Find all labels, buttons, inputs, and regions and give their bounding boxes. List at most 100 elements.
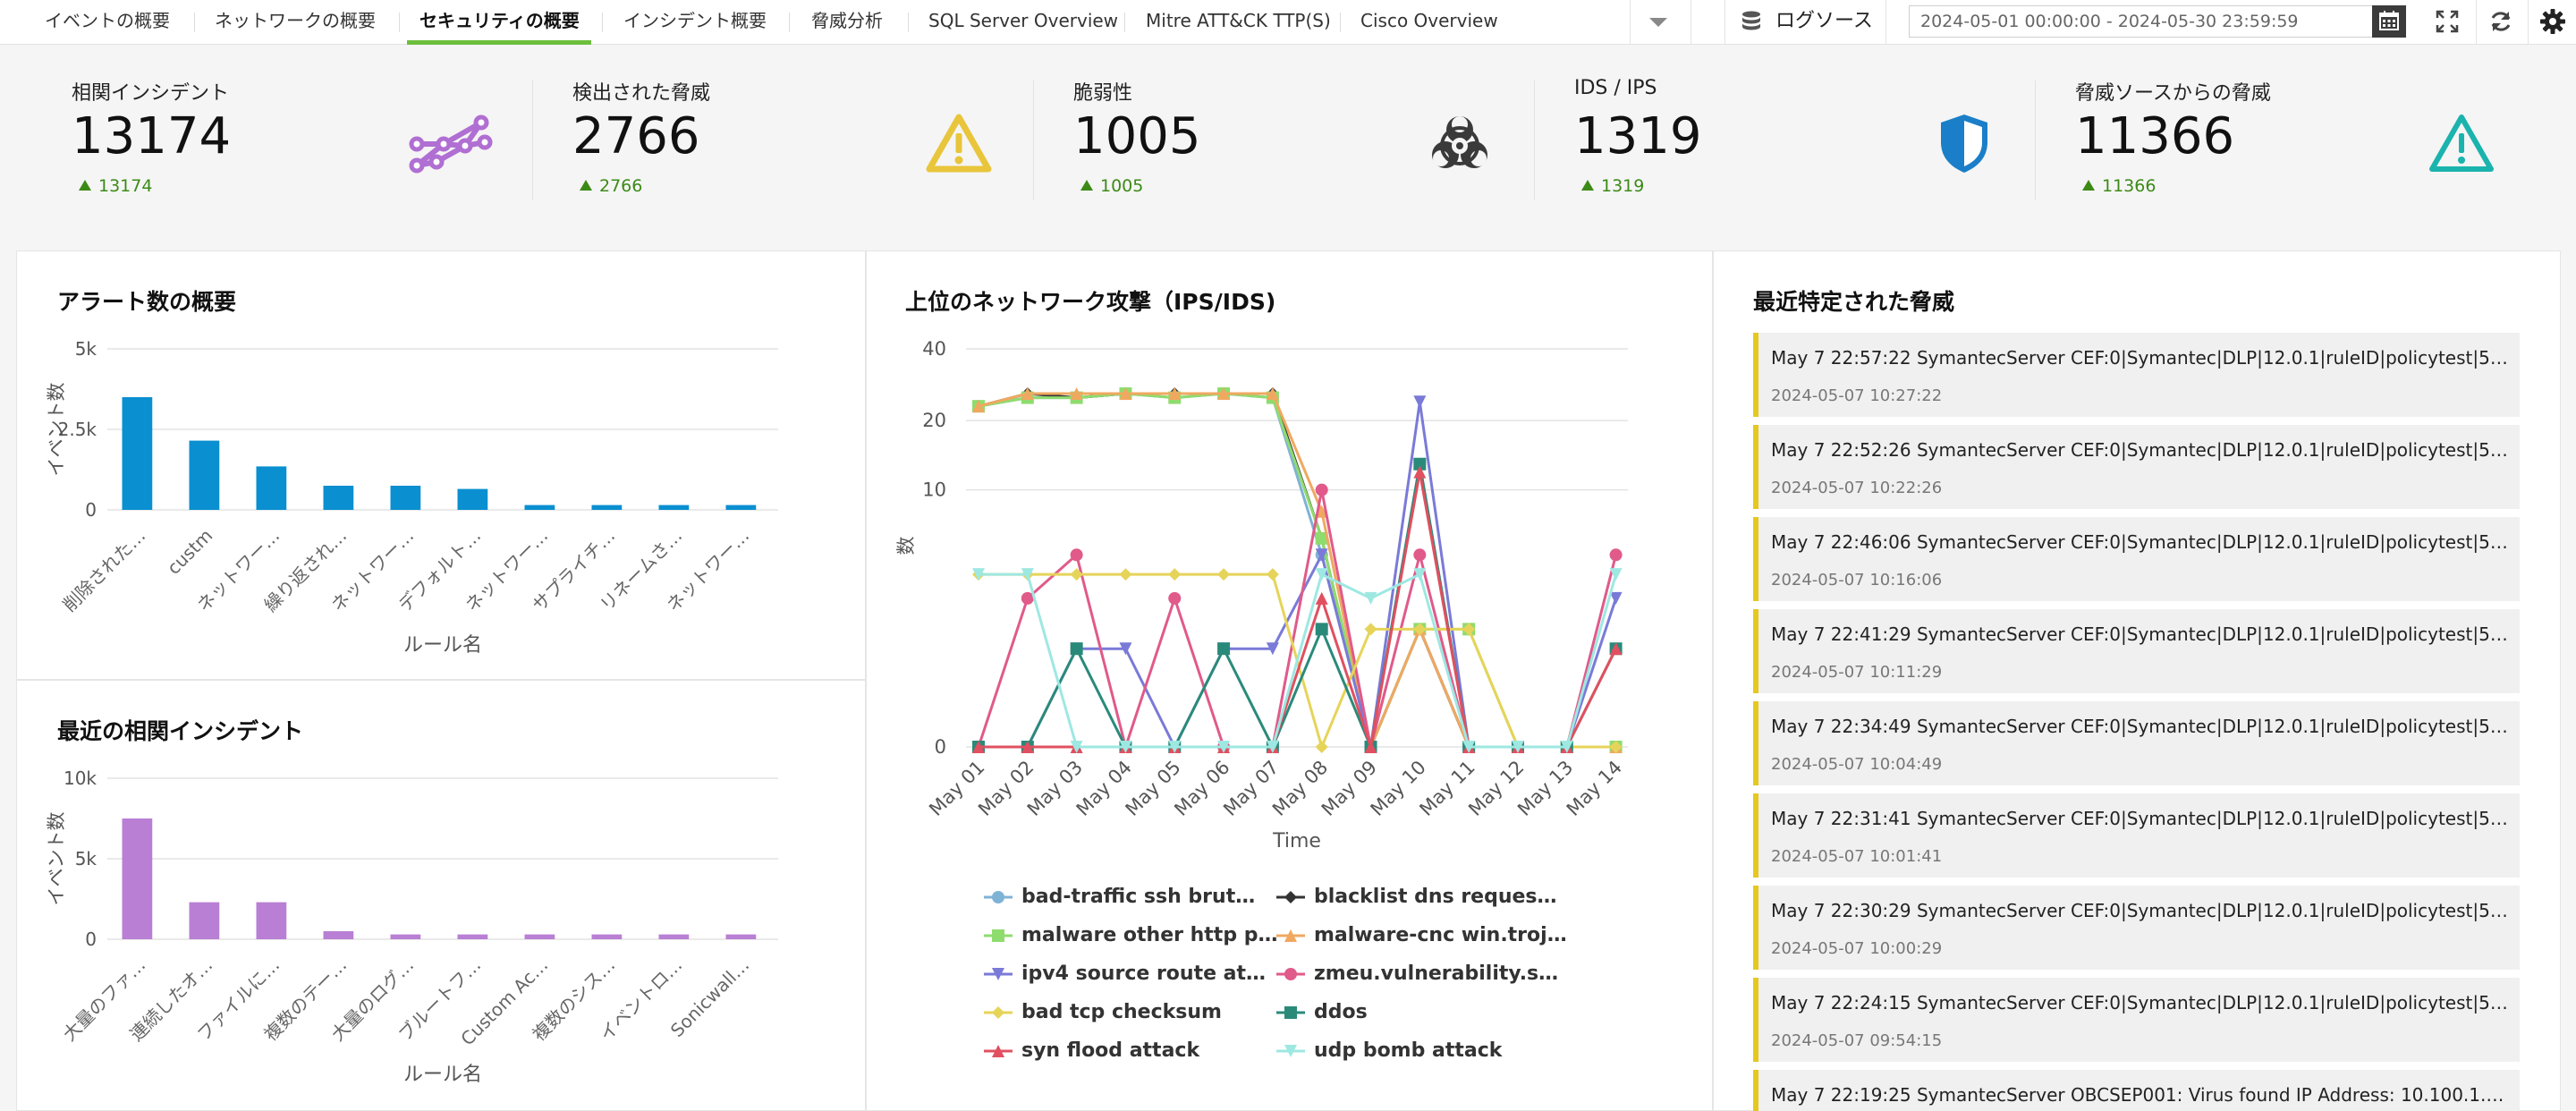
tab-threat-analysis[interactable]: 脅威分析 xyxy=(811,0,883,45)
threat-feed-item[interactable]: May 7 22:46:06 SymantecServer CEF:0|Syma… xyxy=(1753,517,2520,601)
threat-message: May 7 22:46:06 SymantecServer CEF:0|Syma… xyxy=(1771,531,2513,553)
settings-gear-icon[interactable] xyxy=(2538,7,2567,36)
up-arrow-icon xyxy=(79,180,91,191)
threat-feed-item[interactable]: May 7 22:31:41 SymantecServer CEF:0|Syma… xyxy=(1753,793,2520,878)
legend-item[interactable]: zmeu.vulnerability.s… xyxy=(1275,963,1558,985)
legend-item[interactable]: ddos xyxy=(1275,1001,1368,1023)
series-line xyxy=(978,392,1616,751)
divider xyxy=(1885,0,1886,45)
data-point xyxy=(1168,568,1182,581)
tab-divider xyxy=(602,13,603,32)
bar xyxy=(457,488,488,510)
data-point xyxy=(1070,642,1083,656)
kpi-delta-value: 1005 xyxy=(1100,176,1144,196)
network-attacks-chart: 0102040数May 01May 02May 03May 04May 05Ma… xyxy=(895,338,1628,852)
legend-item[interactable]: udp bomb attack xyxy=(1275,1039,1502,1062)
threat-feed-item[interactable]: May 7 22:41:29 SymantecServer CEF:0|Syma… xyxy=(1753,609,2520,693)
threat-message: May 7 22:57:22 SymantecServer CEF:0|Syma… xyxy=(1771,347,2513,369)
bar xyxy=(524,505,555,510)
kpi-value: 11366 xyxy=(2075,107,2235,165)
tab-mitre-attack[interactable]: Mitre ATT&CK TTP(S) xyxy=(1146,0,1331,45)
data-point xyxy=(992,1006,1004,1019)
data-point xyxy=(1217,568,1231,581)
legend-item[interactable]: blacklist dns reques… xyxy=(1275,886,1557,908)
legend-marker-icon xyxy=(1276,968,1305,980)
legend-label: blacklist dns reques… xyxy=(1314,886,1557,908)
kpi-vulnerabilities[interactable]: 脆弱性 1005 1005 xyxy=(1002,45,1501,206)
legend-item[interactable]: bad-traffic ssh brut… xyxy=(982,886,1255,908)
up-arrow-icon xyxy=(580,180,592,191)
database-icon xyxy=(1742,11,1760,30)
kpi-title: 脅威ソースからの脅威 xyxy=(2075,82,2271,105)
bar xyxy=(122,818,153,939)
legend-item[interactable]: malware-cnc win.troj… xyxy=(1275,924,1567,946)
threat-message: May 7 22:34:49 SymantecServer CEF:0|Syma… xyxy=(1771,716,2513,737)
y-tick-label: 0 xyxy=(935,736,946,758)
tab-event-overview[interactable]: イベントの概要 xyxy=(45,0,170,45)
date-range-input[interactable]: 2024-05-01 00:00:00 - 2024-05-30 23:59:5… xyxy=(1909,5,2374,38)
tab-network-overview[interactable]: ネットワークの概要 xyxy=(215,0,376,45)
kpi-correlated-incidents[interactable]: 相関インシデント 13174 13174 xyxy=(0,45,499,206)
series-line xyxy=(978,392,1616,752)
threat-feed-item[interactable]: May 7 22:52:26 SymantecServer CEF:0|Syma… xyxy=(1753,425,2520,509)
bar xyxy=(122,397,153,510)
data-point xyxy=(1284,891,1297,903)
fullscreen-icon[interactable] xyxy=(2433,7,2462,36)
data-point xyxy=(1364,591,1377,605)
data-point xyxy=(1315,741,1328,753)
x-axis-title: Time xyxy=(1272,830,1321,852)
threat-feed-item[interactable]: May 7 22:57:22 SymantecServer CEF:0|Syma… xyxy=(1753,333,2520,417)
tab-incident-overview[interactable]: インシデント概要 xyxy=(623,0,767,45)
x-axis-title: ルール名 xyxy=(403,634,482,657)
kpi-delta: 11366 xyxy=(2082,176,2156,196)
bar xyxy=(323,931,354,939)
threat-feed-item[interactable]: May 7 22:30:29 SymantecServer CEF:0|Syma… xyxy=(1753,886,2520,970)
threat-feed-item[interactable]: May 7 22:19:25 SymantecServer OBCSEP001:… xyxy=(1753,1070,2520,1111)
threat-feed-item[interactable]: May 7 22:34:49 SymantecServer CEF:0|Syma… xyxy=(1753,701,2520,785)
bar xyxy=(725,934,757,939)
kpi-threat-source-threats[interactable]: 脅威ソースからの脅威 11366 11366 xyxy=(2004,45,2503,206)
kpi-delta: 1319 xyxy=(1581,176,1644,196)
data-point xyxy=(992,891,1004,903)
data-point xyxy=(1284,968,1297,980)
log-source-button[interactable]: ログソース xyxy=(1775,0,1873,45)
bar xyxy=(256,902,287,939)
threat-timestamp: 2024-05-07 10:04:49 xyxy=(1771,755,1943,774)
data-point xyxy=(1284,1006,1297,1019)
tab-sql-server-overview[interactable]: SQL Server Overview xyxy=(928,0,1118,45)
calendar-button[interactable] xyxy=(2372,5,2406,38)
legend-item[interactable]: malware other http p… xyxy=(982,924,1277,946)
tab-cisco-overview[interactable]: Cisco Overview xyxy=(1360,0,1498,45)
kpi-delta: 13174 xyxy=(79,176,152,196)
legend-item[interactable]: ipv4 source route at… xyxy=(982,963,1266,985)
legend-marker-icon xyxy=(1276,1006,1305,1019)
up-arrow-icon xyxy=(1581,180,1594,191)
kpi-value: 2766 xyxy=(572,107,700,165)
alert-summary-title: アラート数の概要 xyxy=(57,289,237,315)
recent-incidents-title: 最近の相関インシデント xyxy=(57,718,304,744)
kpi-ids-ips[interactable]: IDS / IPS 1319 1319 xyxy=(1503,45,2002,206)
tab-divider xyxy=(908,13,909,32)
threat-message: May 7 22:31:41 SymantecServer CEF:0|Syma… xyxy=(1771,808,2513,829)
kpi-delta-value: 11366 xyxy=(2102,176,2157,196)
legend-item[interactable]: syn flood attack xyxy=(982,1039,1199,1062)
warning-icon xyxy=(926,114,992,173)
tab-security-overview[interactable]: セキュリティの概要 xyxy=(419,0,580,45)
more-tabs-dropdown-icon[interactable] xyxy=(1649,18,1667,27)
threat-feed-item[interactable]: May 7 22:24:15 SymantecServer CEF:0|Syma… xyxy=(1753,978,2520,1062)
data-point xyxy=(1070,548,1083,562)
series-line xyxy=(979,471,1617,749)
divider xyxy=(1690,0,1691,45)
tab-divider xyxy=(1340,13,1341,32)
data-point xyxy=(1266,568,1279,581)
data-point xyxy=(1217,642,1231,656)
kpi-detected-threats[interactable]: 検出された脅威 2766 2766 xyxy=(501,45,1000,206)
legend-item[interactable]: bad tcp checksum xyxy=(982,1001,1222,1023)
recent-threats-title: 最近特定された脅威 xyxy=(1753,289,1955,315)
legend-marker-icon xyxy=(984,968,1013,980)
alert-triangle-icon xyxy=(2429,114,2494,172)
refresh-icon[interactable] xyxy=(2487,7,2515,36)
y-axis-title: イベント数 xyxy=(46,383,67,477)
kpi-delta-value: 13174 xyxy=(98,176,153,196)
x-tick-label: 削除された… xyxy=(58,525,149,616)
